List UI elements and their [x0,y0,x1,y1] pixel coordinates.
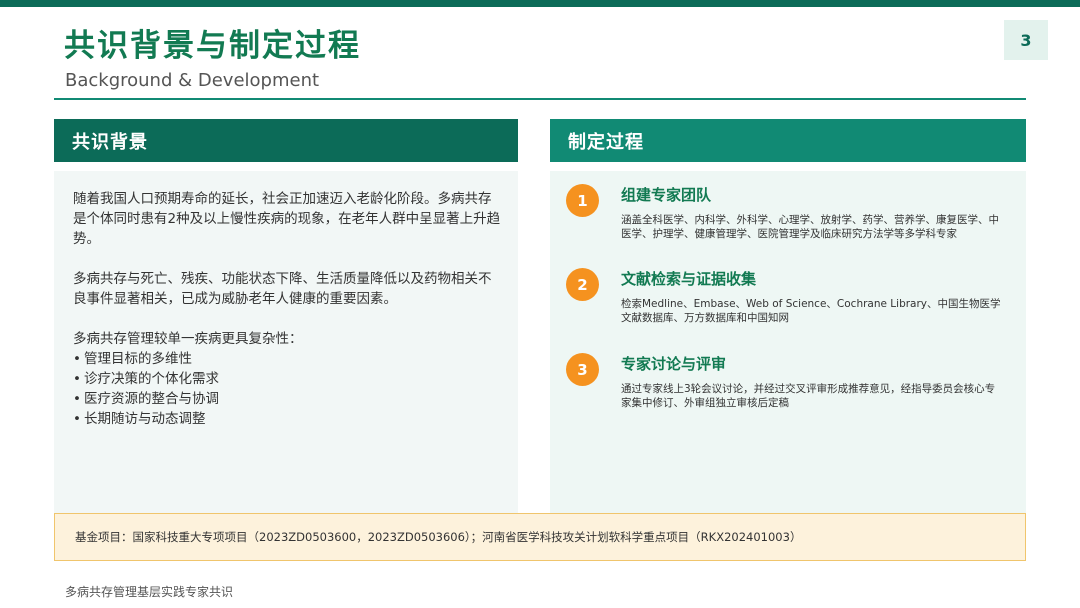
step-title: 专家讨论与评审 [621,355,727,373]
complexity-intro: 多病共存管理较单一疾病更具复杂性： [73,331,303,347]
step-description: 检索Medline、Embase、Web of Science、Cochrane… [621,298,1001,324]
page-subtitle: Background & Development [65,70,320,91]
footer-text: 多病共存管理基层实践专家共识 [65,585,234,599]
list-item: 诊疗决策的个体化需求 [73,369,503,389]
background-panel-body: 随着我国人口预期寿命的延长，社会正加速迈入老龄化阶段。多病共存是个体同时患有2种… [54,171,518,513]
step-description: 涵盖全科医学、内科学、外科学、心理学、放射学、药学、营养学、康复医学、中医学、护… [621,214,999,240]
background-paragraph-2: 多病共存与死亡、残疾、功能状态下降、生活质量降低以及药物相关不良事件显著相关，已… [73,271,492,307]
background-paragraph-1: 随着我国人口预期寿命的延长，社会正加速迈入老龄化阶段。多病共存是个体同时患有2种… [73,191,501,247]
page-number-badge: 3 [1004,20,1048,60]
step-description: 通过专家线上3轮会议讨论，并经过交叉评审形成推荐意见，经指导委员会核心专家集中修… [621,383,996,409]
background-panel: 共识背景 随着我国人口预期寿命的延长，社会正加速迈入老龄化阶段。多病共存是个体同… [54,119,518,513]
development-panel: 制定过程 1 组建专家团队 涵盖全科医学、内科学、外科学、心理学、放射学、药学、… [550,119,1026,513]
step-number-badge: 2 [566,268,599,301]
background-text: 随着我国人口预期寿命的延长，社会正加速迈入老龄化阶段。多病共存是个体同时患有2种… [73,189,503,429]
complexity-list: 管理目标的多维性 诊疗决策的个体化需求 医疗资源的整合与协调 长期随访与动态调整 [73,349,503,429]
step-title: 文献检索与证据收集 [621,270,757,288]
page-title: 共识背景与制定过程 [64,28,361,64]
development-panel-header: 制定过程 [550,119,1026,162]
top-accent-bar [0,0,1080,7]
step-number-badge: 1 [566,184,599,217]
header-divider [54,98,1026,100]
funding-note: 基金项目：国家科技重大专项项目（2023ZD0503600，2023ZD0503… [54,513,1026,561]
step-number-badge: 3 [566,353,599,386]
background-panel-header: 共识背景 [54,119,518,162]
list-item: 医疗资源的整合与协调 [73,389,503,409]
development-panel-body: 1 组建专家团队 涵盖全科医学、内科学、外科学、心理学、放射学、药学、营养学、康… [550,171,1026,513]
list-item: 长期随访与动态调整 [73,409,503,429]
step-title: 组建专家团队 [621,186,712,204]
list-item: 管理目标的多维性 [73,349,503,369]
